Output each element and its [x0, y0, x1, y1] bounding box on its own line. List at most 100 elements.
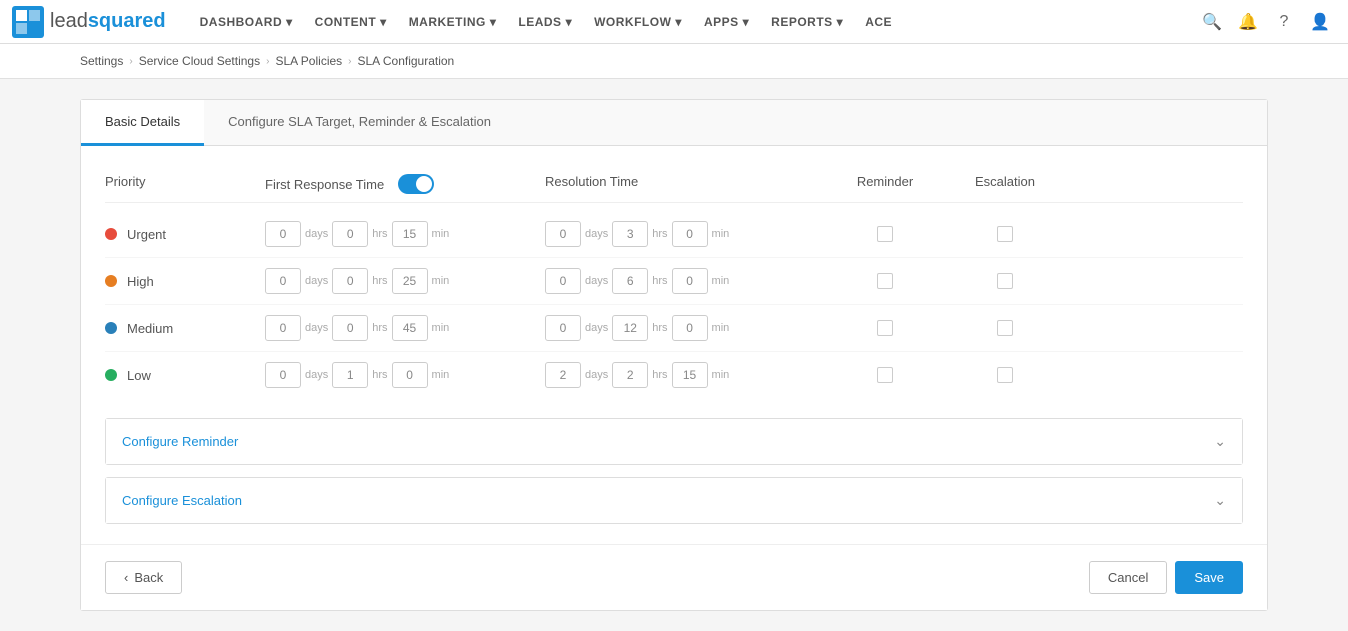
- medium-rt-hrs[interactable]: [612, 315, 648, 341]
- min-label-2: min: [432, 275, 450, 287]
- breadcrumb-settings[interactable]: Settings: [80, 54, 123, 68]
- low-reminder-checkbox[interactable]: [877, 367, 893, 383]
- nav-reports[interactable]: REPORTS ▾: [761, 0, 853, 44]
- search-icon[interactable]: 🔍: [1196, 6, 1228, 38]
- nav-workflow[interactable]: WORKFLOW ▾: [584, 0, 692, 44]
- urgent-frt-hrs[interactable]: [332, 221, 368, 247]
- bottom-bar: ‹ Back Cancel Save: [81, 544, 1267, 610]
- low-rt: days hrs min: [545, 362, 825, 388]
- high-dot: [105, 275, 117, 287]
- tabs: Basic Details Configure SLA Target, Remi…: [81, 100, 1267, 146]
- save-button[interactable]: Save: [1175, 561, 1243, 594]
- medium-escalation-cell: [945, 320, 1065, 336]
- hrs-label-1r: hrs: [652, 228, 667, 240]
- nav-content[interactable]: CONTENT ▾: [305, 0, 397, 44]
- urgent-dot: [105, 228, 117, 240]
- configure-reminder-header[interactable]: Configure Reminder ⌄: [106, 419, 1242, 464]
- urgent-label: Urgent: [127, 227, 166, 242]
- low-rt-hrs[interactable]: [612, 362, 648, 388]
- cancel-button[interactable]: Cancel: [1089, 561, 1167, 594]
- configure-reminder-chevron-icon: ⌄: [1214, 433, 1226, 450]
- medium-rt-min[interactable]: [672, 315, 708, 341]
- urgent-rt-hrs[interactable]: [612, 221, 648, 247]
- high-escalation-cell: [945, 273, 1065, 289]
- urgent-rt-min[interactable]: [672, 221, 708, 247]
- sla-table: Priority First Response Time Resolution …: [81, 146, 1267, 418]
- breadcrumb-service-cloud[interactable]: Service Cloud Settings: [139, 54, 260, 68]
- high-label: High: [127, 274, 154, 289]
- nav-leads[interactable]: LEADS ▾: [508, 0, 582, 44]
- tab-configure-sla[interactable]: Configure SLA Target, Reminder & Escalat…: [204, 100, 515, 146]
- medium-dot: [105, 322, 117, 334]
- nav-items: DASHBOARD ▾ CONTENT ▾ MARKETING ▾ LEADS …: [190, 0, 1196, 44]
- nav-dashboard[interactable]: DASHBOARD ▾: [190, 0, 303, 44]
- logo[interactable]: leadsquared: [12, 6, 166, 38]
- back-label: Back: [134, 570, 163, 585]
- urgent-frt-days[interactable]: [265, 221, 301, 247]
- header-reminder: Reminder: [825, 174, 945, 194]
- low-rt-min[interactable]: [672, 362, 708, 388]
- priority-low: Low: [105, 368, 265, 383]
- medium-frt-hrs[interactable]: [332, 315, 368, 341]
- low-reminder-cell: [825, 367, 945, 383]
- high-frt-hrs[interactable]: [332, 268, 368, 294]
- high-rt-hrs[interactable]: [612, 268, 648, 294]
- high-reminder-checkbox[interactable]: [877, 273, 893, 289]
- nav-marketing[interactable]: MARKETING ▾: [399, 0, 507, 44]
- breadcrumb-sep-1: ›: [129, 56, 132, 67]
- nav-apps[interactable]: APPS ▾: [694, 0, 759, 44]
- urgent-frt-min[interactable]: [392, 221, 428, 247]
- configure-escalation-header[interactable]: Configure Escalation ⌄: [106, 478, 1242, 523]
- user-icon[interactable]: 👤: [1304, 6, 1336, 38]
- high-escalation-checkbox[interactable]: [997, 273, 1013, 289]
- high-rt-min[interactable]: [672, 268, 708, 294]
- tab-basic-details[interactable]: Basic Details: [81, 100, 204, 146]
- frt-toggle[interactable]: [398, 174, 434, 194]
- days-label-2r: days: [585, 275, 608, 287]
- breadcrumb-sep-3: ›: [348, 56, 351, 67]
- urgent-reminder-cell: [825, 226, 945, 242]
- low-frt: days hrs min: [265, 362, 545, 388]
- breadcrumb-sla-policies[interactable]: SLA Policies: [275, 54, 342, 68]
- configure-reminder-accordion: Configure Reminder ⌄: [105, 418, 1243, 465]
- urgent-rt-days[interactable]: [545, 221, 581, 247]
- table-row: Low days hrs min days hrs min: [105, 352, 1243, 398]
- medium-reminder-checkbox[interactable]: [877, 320, 893, 336]
- hrs-label-2: hrs: [372, 275, 387, 287]
- medium-frt-days[interactable]: [265, 315, 301, 341]
- low-escalation-checkbox[interactable]: [997, 367, 1013, 383]
- hrs-label-2r: hrs: [652, 275, 667, 287]
- hrs-label-4: hrs: [372, 369, 387, 381]
- bell-icon[interactable]: 🔔: [1232, 6, 1264, 38]
- nav-ace[interactable]: ACE: [855, 0, 902, 44]
- days-label-2: days: [305, 275, 328, 287]
- table-header: Priority First Response Time Resolution …: [105, 166, 1243, 203]
- accordions: Configure Reminder ⌄ Configure Escalatio…: [81, 418, 1267, 544]
- high-frt-min[interactable]: [392, 268, 428, 294]
- urgent-escalation-checkbox[interactable]: [997, 226, 1013, 242]
- medium-rt-days[interactable]: [545, 315, 581, 341]
- urgent-reminder-checkbox[interactable]: [877, 226, 893, 242]
- low-frt-min[interactable]: [392, 362, 428, 388]
- high-rt-days[interactable]: [545, 268, 581, 294]
- low-rt-days[interactable]: [545, 362, 581, 388]
- back-button[interactable]: ‹ Back: [105, 561, 182, 594]
- logo-squared: squared: [88, 10, 166, 32]
- logo-lead: lead: [50, 10, 88, 32]
- min-label-2r: min: [712, 275, 730, 287]
- medium-frt-min[interactable]: [392, 315, 428, 341]
- medium-label: Medium: [127, 321, 173, 336]
- days-label-3: days: [305, 322, 328, 334]
- high-frt-days[interactable]: [265, 268, 301, 294]
- medium-escalation-checkbox[interactable]: [997, 320, 1013, 336]
- urgent-frt: days hrs min: [265, 221, 545, 247]
- logo-icon: [12, 6, 44, 38]
- low-frt-hrs[interactable]: [332, 362, 368, 388]
- right-buttons: Cancel Save: [1089, 561, 1243, 594]
- table-row: Medium days hrs min days hrs min: [105, 305, 1243, 352]
- configure-escalation-accordion: Configure Escalation ⌄: [105, 477, 1243, 524]
- low-frt-days[interactable]: [265, 362, 301, 388]
- priority-medium: Medium: [105, 321, 265, 336]
- help-icon[interactable]: ?: [1268, 6, 1300, 38]
- high-rt: days hrs min: [545, 268, 825, 294]
